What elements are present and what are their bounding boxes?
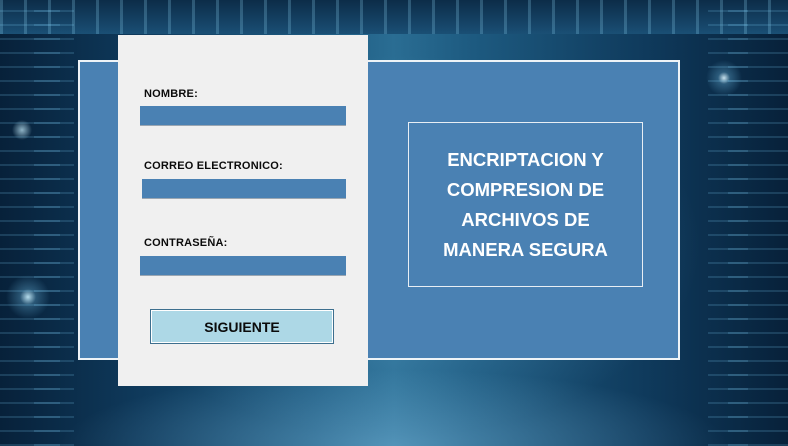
background-ceiling — [0, 0, 788, 34]
app-title-line-3: ARCHIVOS DE — [461, 208, 590, 230]
app-title: ENCRIPTACION Y COMPRESION DE ARCHIVOS DE… — [437, 145, 614, 265]
correo-input[interactable] — [142, 179, 346, 199]
login-form-panel: NOMBRE: CORREO ELECTRONICO: CONTRASEÑA: … — [118, 35, 368, 386]
contrasena-label: CONTRASEÑA: — [144, 237, 228, 249]
app-title-line-4: MANERA SEGURA — [443, 238, 608, 260]
nombre-input[interactable] — [140, 106, 346, 126]
contrasena-input[interactable] — [140, 256, 346, 276]
app-title-line-2: COMPRESION DE — [446, 178, 605, 200]
siguiente-button[interactable]: SIGUIENTE — [150, 309, 334, 344]
app-title-line-1: ENCRIPTACION Y — [447, 148, 604, 170]
app-title-box: ENCRIPTACION Y COMPRESION DE ARCHIVOS DE… — [408, 122, 643, 287]
nombre-label: NOMBRE: — [144, 88, 198, 100]
correo-label: CORREO ELECTRONICO: — [144, 160, 283, 172]
